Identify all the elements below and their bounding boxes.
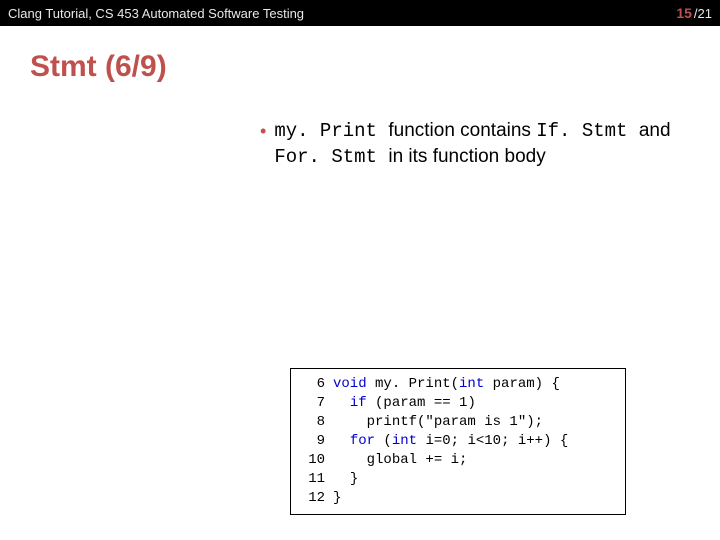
page-total: /21 <box>694 6 712 21</box>
bullet-code-3: For. Stmt <box>274 146 388 168</box>
keyword: int <box>459 375 484 394</box>
bullet-code-2: If. Stmt <box>536 120 639 142</box>
bullet-seg-1: function contains <box>388 120 536 141</box>
course-label: Clang Tutorial, CS 453 Automated Softwar… <box>8 6 304 21</box>
keyword: if <box>350 394 367 413</box>
code-box: 6void my. Print(int param) { 7 if (param… <box>290 368 626 515</box>
bullet-seg-3: in its function body <box>388 146 545 167</box>
code-line: 12} <box>299 489 617 508</box>
code-line: 10 global += i; <box>299 451 617 470</box>
line-number: 9 <box>299 432 325 451</box>
line-number: 12 <box>299 489 325 508</box>
code-line: 6void my. Print(int param) { <box>299 375 617 394</box>
line-number: 8 <box>299 413 325 432</box>
header-bar: Clang Tutorial, CS 453 Automated Softwar… <box>0 0 720 26</box>
bullet-icon: • <box>260 118 266 144</box>
slide-title: Stmt (6/9) <box>0 26 720 84</box>
line-number: 10 <box>299 451 325 470</box>
bullet-text: my. Print function contains If. Stmt and… <box>274 118 680 170</box>
code-line: 9 for (int i=0; i<10; i++) { <box>299 432 617 451</box>
line-number: 11 <box>299 470 325 489</box>
line-number: 7 <box>299 394 325 413</box>
keyword: void <box>333 375 367 394</box>
code-line: 7 if (param == 1) <box>299 394 617 413</box>
keyword: int <box>392 432 417 451</box>
code-line: 8 printf("param is 1"); <box>299 413 617 432</box>
code-line: 11 } <box>299 470 617 489</box>
bullet-code-1: my. Print <box>274 120 388 142</box>
bullet-item: • my. Print function contains If. Stmt a… <box>260 118 680 170</box>
content-area: • my. Print function contains If. Stmt a… <box>0 84 720 170</box>
page-current: 15 <box>676 5 692 21</box>
bullet-seg-2: and <box>639 120 671 141</box>
page-indicator: 15 /21 <box>676 5 712 21</box>
keyword: for <box>350 432 375 451</box>
line-number: 6 <box>299 375 325 394</box>
